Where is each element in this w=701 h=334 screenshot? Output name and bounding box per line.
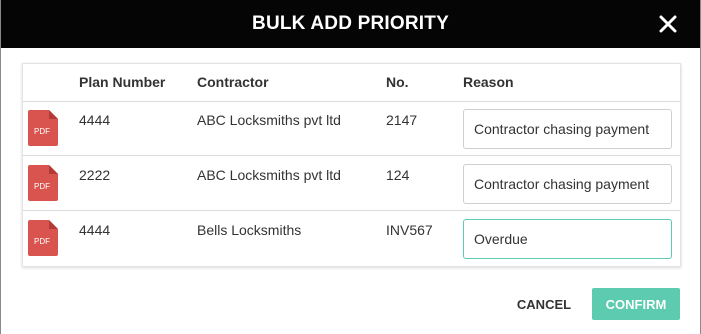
reason-input[interactable]	[463, 164, 672, 204]
cancel-button[interactable]: CANCEL	[506, 288, 582, 320]
table-row: PDF 4444 ABC Locksmiths pvt ltd 2147	[23, 101, 680, 156]
cell-no: 2147	[386, 112, 418, 128]
header-no: No.	[386, 74, 409, 90]
header-reason: Reason	[463, 74, 514, 90]
pdf-file-icon[interactable]: PDF	[28, 110, 58, 146]
priority-table: Plan Number Contractor No. Reason PDF 44…	[22, 63, 681, 267]
modal-title: BULK ADD PRIORITY	[252, 13, 449, 34]
table-row: PDF 2222 ABC Locksmiths pvt ltd 124	[23, 156, 680, 211]
pdf-file-icon[interactable]: PDF	[28, 165, 58, 201]
pdf-icon-label: PDF	[34, 127, 50, 136]
pdf-file-icon[interactable]: PDF	[28, 220, 58, 256]
modal-header: BULK ADD PRIORITY	[1, 0, 700, 48]
cell-contractor: Bells Locksmiths	[197, 222, 302, 238]
reason-input[interactable]	[463, 109, 672, 149]
bulk-add-priority-modal: BULK ADD PRIORITY Plan Number Contractor…	[0, 0, 701, 334]
cell-plan-number: 4444	[79, 222, 111, 238]
pdf-icon-label: PDF	[34, 182, 50, 191]
pdf-icon-label: PDF	[34, 237, 50, 246]
cell-contractor: ABC Locksmiths pvt ltd	[197, 112, 341, 128]
close-icon[interactable]	[656, 12, 680, 36]
cell-no: 124	[386, 167, 410, 183]
confirm-button[interactable]: CONFIRM	[592, 288, 680, 320]
cell-no: INV567	[386, 222, 433, 238]
reason-input[interactable]	[463, 219, 672, 259]
table-row: PDF 4444 Bells Locksmiths INV567	[23, 211, 680, 266]
header-plan-number: Plan Number	[79, 74, 166, 90]
table-header: Plan Number Contractor No. Reason	[23, 64, 680, 102]
header-contractor: Contractor	[197, 74, 269, 90]
cell-contractor: ABC Locksmiths pvt ltd	[197, 167, 341, 183]
cell-plan-number: 2222	[79, 167, 111, 183]
cell-plan-number: 4444	[79, 112, 111, 128]
